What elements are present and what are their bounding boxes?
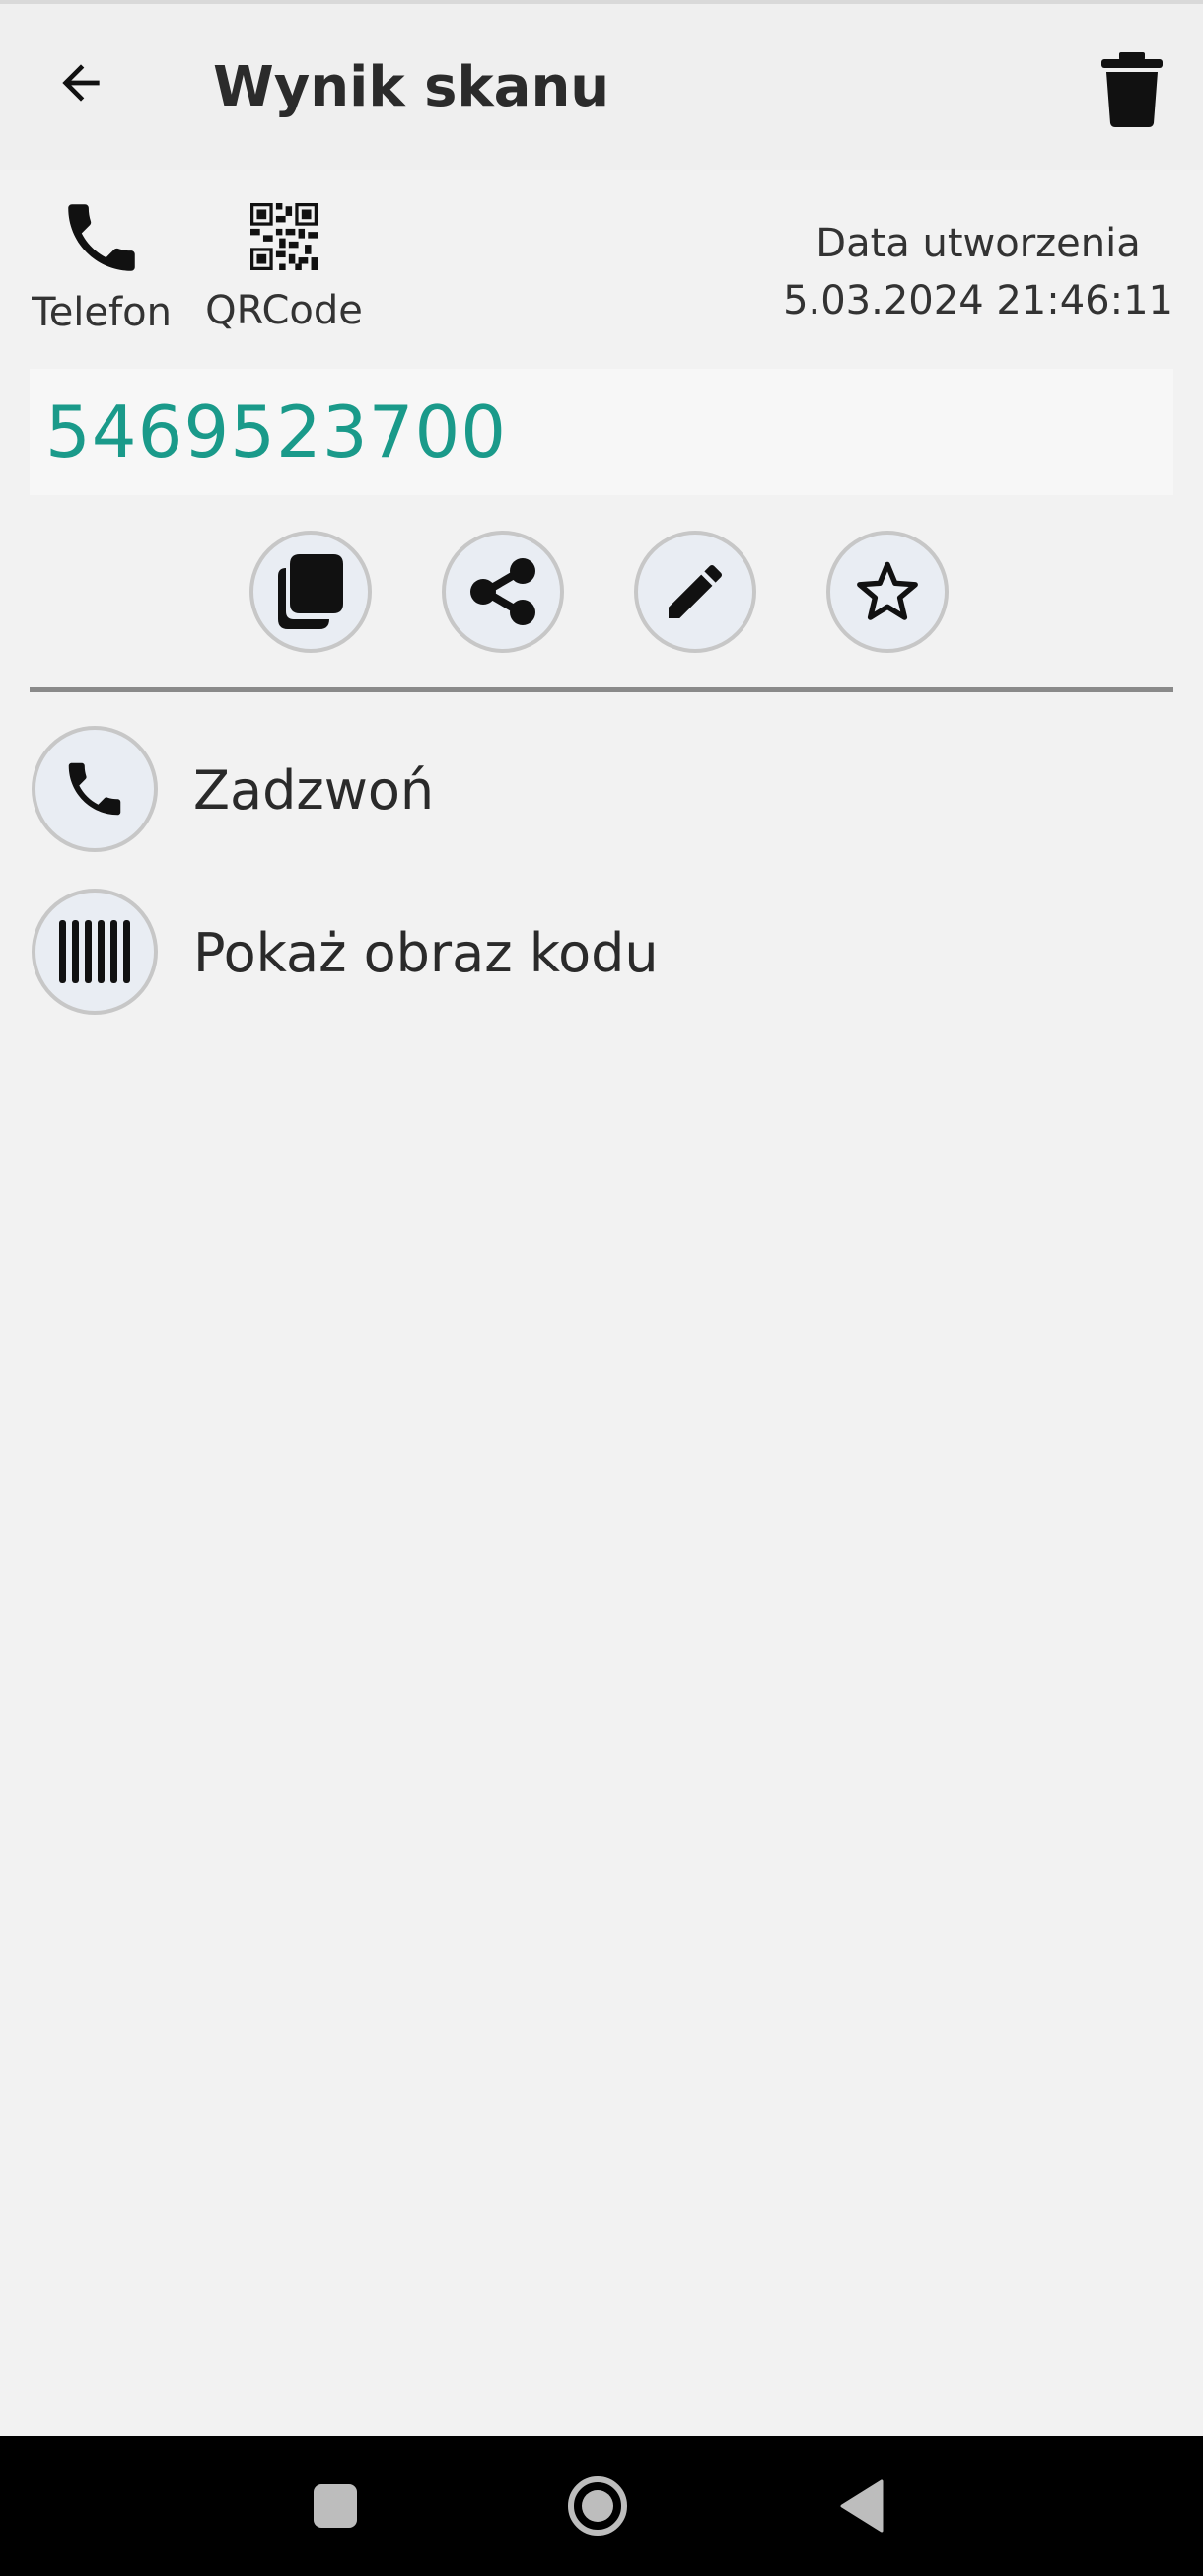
favorite-button[interactable]: [826, 531, 949, 653]
share-button[interactable]: [442, 531, 564, 653]
home-icon: [568, 2476, 627, 2536]
creation-date: Data utworzenia 5.03.2024 21:46:11: [783, 215, 1173, 329]
edit-icon: [669, 564, 723, 618]
show-code-image-label: Pokaż obraz kodu: [193, 922, 659, 984]
page-title: Wynik skanu: [213, 55, 610, 119]
call-action[interactable]: Zadzwoń: [30, 726, 1173, 858]
code-type: Telefon: [30, 193, 174, 335]
delete-button[interactable]: [1093, 47, 1171, 132]
divider: [30, 687, 1173, 692]
app-bar: Wynik skanu: [0, 4, 1203, 170]
copy-button[interactable]: [249, 531, 372, 653]
code-format: QRCode: [201, 203, 367, 333]
show-code-image-action[interactable]: Pokaż obraz kodu: [30, 889, 1173, 1021]
back-icon: [840, 2479, 884, 2533]
qr-code-icon: [250, 203, 318, 270]
call-action-label: Zadzwoń: [193, 759, 435, 822]
system-back-button[interactable]: [816, 2462, 905, 2550]
scan-value-field[interactable]: 5469523700: [30, 369, 1173, 495]
phone-icon: [68, 204, 135, 271]
arrow-left-icon: [62, 64, 100, 102]
code-type-label: Telefon: [32, 290, 172, 335]
barcode-icon: [59, 920, 130, 983]
trash-icon: [1101, 52, 1163, 127]
star-icon: [857, 561, 918, 620]
recent-apps-icon: [314, 2484, 357, 2528]
back-button[interactable]: [39, 41, 122, 124]
home-button[interactable]: [553, 2462, 642, 2550]
copy-icon: [278, 554, 343, 629]
call-action-icon-circle: [32, 726, 158, 852]
edit-button[interactable]: [634, 531, 756, 653]
system-navigation-bar: [0, 2436, 1203, 2576]
creation-date-value: 5.03.2024 21:46:11: [783, 278, 1173, 323]
show-code-icon-circle: [32, 889, 158, 1015]
phone-icon: [68, 762, 121, 816]
recent-apps-button[interactable]: [291, 2462, 380, 2550]
scan-value-text: 5469523700: [45, 391, 508, 473]
share-icon: [470, 558, 535, 625]
code-format-label: QRCode: [205, 288, 363, 333]
creation-date-label: Data utworzenia: [815, 221, 1141, 266]
